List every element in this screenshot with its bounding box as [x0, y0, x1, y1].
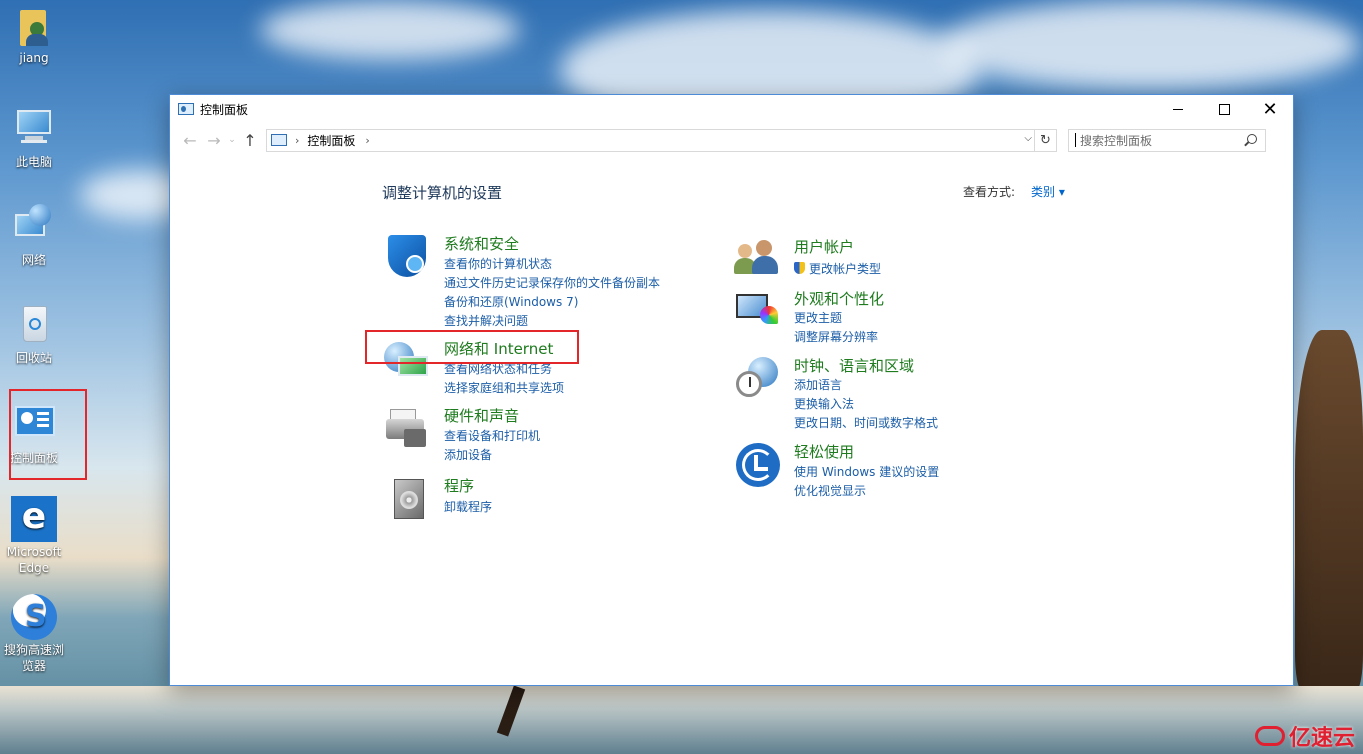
back-arrow-icon[interactable]: ←	[178, 128, 202, 152]
recent-locations-dropdown-icon[interactable]: ⌄	[226, 135, 238, 145]
desktop-icon-label: 搜狗高速浏览器	[3, 643, 64, 673]
breadcrumb-control-panel[interactable]: 控制面板	[307, 132, 355, 149]
navigation-bar: ← → ⌄ ↑ › 控制面板 › ⌵ ↻ 搜索控制面板	[170, 123, 1293, 157]
yisu-cloud-logo-icon	[1254, 726, 1285, 746]
desktop-icon-label: jiang	[19, 51, 49, 65]
rock-cliff-decoration	[1295, 330, 1363, 690]
page-title: 调整计算机的设置	[382, 184, 503, 202]
sogou-browser-icon: S	[11, 594, 57, 640]
highlight-box-network-internet	[365, 330, 579, 364]
monitor-palette-icon	[734, 288, 782, 336]
category-link[interactable]: 备份和还原(Windows 7)	[444, 293, 578, 310]
category-title[interactable]: 用户帐户	[794, 236, 854, 257]
text-cursor	[1075, 133, 1076, 147]
users-icon	[734, 236, 782, 284]
watermark-text: 亿速云	[1288, 726, 1355, 751]
category-link[interactable]: 选择家庭组和共享选项	[444, 379, 564, 396]
clock-globe-icon	[734, 355, 782, 403]
desktop-icon-label: 此电脑	[15, 155, 52, 169]
category-link[interactable]: 更换输入法	[794, 395, 854, 412]
search-input[interactable]: 搜索控制面板	[1068, 128, 1266, 152]
network-globe-icon	[11, 204, 57, 250]
category-link[interactable]: 查看设备和打印机	[444, 427, 540, 444]
category-link-change-account-type[interactable]: 更改帐户类型	[794, 260, 881, 277]
category-link[interactable]: 卸载程序	[444, 498, 492, 515]
cloud-decoration	[260, 0, 520, 60]
minimize-button[interactable]	[1155, 95, 1201, 123]
desktop-icon-user-folder[interactable]: jiang	[0, 8, 68, 66]
cloud-decoration	[940, 0, 1360, 90]
control-panel-address-icon	[271, 134, 287, 146]
programs-icon	[384, 475, 432, 523]
search-icon[interactable]	[1247, 133, 1257, 144]
desktop-icon-sogou-browser[interactable]: S 搜狗高速浏览器	[0, 594, 68, 674]
category-link[interactable]: 调整屏幕分辨率	[794, 328, 878, 345]
shield-icon	[384, 233, 432, 281]
category-link[interactable]: 更改主题	[794, 309, 842, 326]
breadcrumb-separator[interactable]: ›	[365, 134, 369, 147]
uac-shield-icon	[794, 262, 805, 274]
ease-of-access-icon	[734, 441, 782, 489]
category-link[interactable]: 优化视觉显示	[794, 482, 866, 499]
maximize-button[interactable]	[1201, 95, 1247, 123]
category-link[interactable]: 添加设备	[444, 446, 492, 463]
category-title[interactable]: 程序	[444, 475, 474, 496]
desktop-icon-recycle-bin[interactable]: 回收站	[0, 302, 68, 366]
category-link[interactable]: 通过文件历史记录保存你的文件备份副本	[444, 274, 660, 291]
category-link[interactable]: 使用 Windows 建议的设置	[794, 463, 939, 480]
desktop-icon-label: 回收站	[15, 351, 52, 365]
category-link-text: 更改帐户类型	[809, 262, 882, 276]
address-bar[interactable]: › 控制面板 › ⌵ ↻	[266, 128, 1057, 152]
category-link[interactable]: 查找并解决问题	[444, 312, 528, 329]
category-link[interactable]: 查看你的计算机状态	[444, 255, 552, 272]
category-title[interactable]: 硬件和声音	[444, 405, 519, 426]
category-clock-language-region: 时钟、语言和区域 添加语言 更换输入法 更改日期、时间或数字格式	[734, 355, 1054, 431]
user-folder-icon	[16, 8, 52, 48]
view-by-label: 查看方式:	[963, 185, 1016, 199]
category-title[interactable]: 系统和安全	[444, 233, 519, 254]
category-system-security: 系统和安全 查看你的计算机状态 通过文件历史记录保存你的文件备份副本 备份和还原…	[384, 233, 704, 329]
category-hardware-sound: 硬件和声音 查看设备和打印机 添加设备	[384, 405, 684, 463]
desktop-icon-edge[interactable]: e Microsoft Edge	[0, 496, 68, 576]
category-title[interactable]: 轻松使用	[794, 441, 854, 462]
category-programs: 程序 卸载程序	[384, 475, 684, 523]
up-arrow-icon[interactable]: ↑	[238, 128, 262, 152]
printer-icon	[384, 405, 432, 453]
window-title: 控制面板	[200, 102, 249, 117]
close-button[interactable]: ✕	[1247, 95, 1293, 123]
address-dropdown-icon[interactable]: ⌵	[1024, 133, 1032, 144]
computer-monitor-icon	[11, 106, 57, 152]
highlight-box-control-panel	[9, 389, 87, 480]
edge-browser-icon: e	[11, 496, 57, 542]
refresh-icon[interactable]: ↻	[1034, 128, 1056, 152]
category-title[interactable]: 时钟、语言和区域	[794, 355, 914, 376]
category-user-accounts: 用户帐户 更改帐户类型	[734, 236, 1034, 284]
category-link[interactable]: 更改日期、时间或数字格式	[794, 414, 938, 431]
category-link[interactable]: 添加语言	[794, 376, 842, 393]
forward-arrow-icon[interactable]: →	[202, 128, 226, 152]
recycle-bin-icon	[11, 302, 57, 348]
breadcrumb-separator[interactable]: ›	[295, 134, 299, 147]
desktop-icon-label: Microsoft Edge	[6, 545, 62, 575]
watermark-logo: 亿速云	[1254, 720, 1355, 752]
category-title[interactable]: 外观和个性化	[794, 288, 884, 309]
search-placeholder: 搜索控制面板	[1080, 133, 1153, 148]
category-appearance-personalization: 外观和个性化 更改主题 调整屏幕分辨率	[734, 288, 1034, 344]
control-panel-window[interactable]: 控制面板 ✕ ← → ⌄ ↑ › 控制面板 › ⌵ ↻ 搜索控制面板 调整计算机…	[169, 94, 1294, 686]
desktop-icon-this-pc[interactable]: 此电脑	[0, 106, 68, 170]
beach-shore-decoration	[0, 686, 1363, 754]
title-bar[interactable]: 控制面板 ✕	[170, 95, 1293, 123]
desktop-icon-network[interactable]: 网络	[0, 204, 68, 268]
control-panel-small-icon	[178, 103, 194, 115]
view-by-dropdown[interactable]: 类别 ▾	[1031, 183, 1065, 200]
desktop-icon-label: 网络	[21, 253, 46, 267]
category-ease-of-access: 轻松使用 使用 Windows 建议的设置 优化视觉显示	[734, 441, 1054, 499]
